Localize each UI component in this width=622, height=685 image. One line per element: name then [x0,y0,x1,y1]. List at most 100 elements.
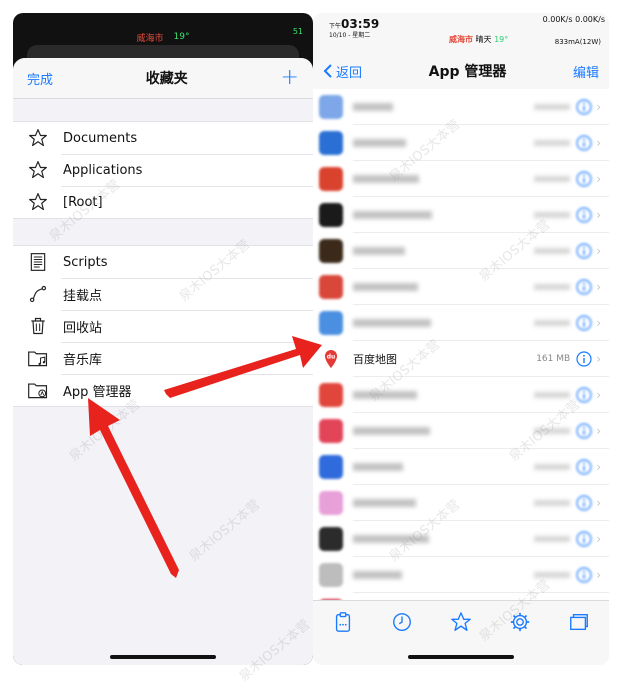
info-icon[interactable] [576,279,592,295]
place-label: 挂载点 [63,288,103,304]
app-icon-blurred [319,419,343,443]
app-list-row[interactable]: › [313,197,609,233]
app-icon-blurred [319,455,343,479]
app-list-row[interactable]: › [313,269,609,305]
app-name-blurred [353,391,417,399]
app-name-blurred [353,103,393,111]
star-icon [27,127,49,149]
app-list-row[interactable]: › [313,449,609,485]
info-icon[interactable] [576,459,592,475]
info-icon[interactable] [576,99,592,115]
clipboard-icon[interactable] [332,611,354,633]
places-group: Scripts 挂载点 回收站 音乐库 App 管理器 [13,245,313,407]
place-item-app-manager[interactable]: App 管理器 [13,374,313,406]
app-name-blurred [353,139,406,147]
chevron-right-icon: › [596,532,601,546]
favorites-navbar: 完成 收藏夹 + [13,58,313,99]
music-folder-icon [27,347,49,369]
scripts-icon [27,251,49,273]
app-icon-blurred [319,311,343,335]
info-icon[interactable] [576,315,592,331]
info-icon[interactable] [576,387,592,403]
done-button[interactable]: 完成 [27,69,53,88]
app-manager-title: App 管理器 [428,64,507,80]
app-size-blurred [534,212,571,218]
mount-icon [27,283,49,305]
app-list-row[interactable]: › [313,161,609,197]
chevron-right-icon: › [596,280,601,294]
chevron-right-icon: › [596,316,601,330]
info-icon[interactable] [576,135,592,151]
app-manager-folder-icon [27,379,49,401]
info-icon[interactable] [576,495,592,511]
info-icon[interactable] [576,423,592,439]
status-temp: 19° [173,32,190,42]
favorite-item-documents[interactable]: Documents [13,122,313,154]
app-list-row[interactable]: › [313,377,609,413]
place-item-trash[interactable]: 回收站 [13,310,313,342]
app-icon-blurred [319,167,343,191]
app-name-blurred [353,499,416,507]
app-list-row[interactable]: › [313,485,609,521]
favorites-sheet: 完成 收藏夹 + Documents Applications [Root] S… [13,58,313,665]
favorite-item-applications[interactable]: Applications [13,154,313,186]
info-icon[interactable] [576,243,592,259]
chevron-right-icon: › [596,352,601,366]
clock-icon[interactable] [391,611,413,633]
app-list-row[interactable]: › [313,89,609,125]
info-icon[interactable] [576,531,592,547]
app-size-blurred [534,248,571,254]
status-time: 03:59 [341,17,380,31]
chevron-right-icon: › [596,460,601,474]
favorite-item-root[interactable]: [Root] [13,186,313,218]
gear-icon[interactable] [509,611,531,633]
info-icon[interactable] [576,567,592,583]
app-list-row[interactable]: › [313,521,609,557]
back-button[interactable]: 返回 [323,62,362,81]
app-list[interactable]: ›››››››du百度地图161 MB›››››››› [313,89,609,611]
favorites-title: 收藏夹 [145,71,188,87]
chevron-right-icon: › [596,424,601,438]
windows-icon[interactable] [568,611,590,633]
info-icon[interactable] [576,351,592,367]
star-icon [27,159,49,181]
status-temp: 19° [494,35,509,44]
app-list-row[interactable]: › [313,413,609,449]
app-list-row[interactable]: du 百度地图 161 MB › [313,341,609,377]
app-size-blurred [534,140,571,146]
app-size-blurred [534,572,571,578]
star-tab-icon[interactable] [450,611,472,633]
add-favorite-button[interactable]: + [281,67,299,89]
left-phone-screen: 威海市 19° 51 完成 收藏夹 + Documents Applicatio… [13,13,313,665]
app-list-row[interactable]: › [313,305,609,341]
app-size-blurred [534,464,571,470]
chevron-right-icon: › [596,244,601,258]
app-icon-blurred [319,527,343,551]
info-icon[interactable] [576,207,592,223]
status-date: 10/10 - 星期二 [329,32,371,39]
info-icon[interactable] [576,171,592,187]
status-city: 威海市 [136,33,164,44]
right-phone-screen: 下午 03:59 10/10 - 星期二 威海市 晴天 19° 0.00K/s … [313,13,609,665]
place-item-scripts[interactable]: Scripts [13,246,313,278]
app-name-blurred [353,571,402,579]
right-status-bar: 下午 03:59 10/10 - 星期二 威海市 晴天 19° 0.00K/s … [313,13,609,53]
app-list-row[interactable]: › [313,125,609,161]
place-label: 音乐库 [63,352,103,368]
app-icon-blurred [319,275,343,299]
app-list-row[interactable]: › [313,557,609,593]
app-list-row[interactable]: › [313,233,609,269]
status-weather-text: 晴天 [475,35,492,44]
app-size-blurred [534,320,571,326]
edit-button[interactable]: 编辑 [573,62,599,81]
app-name-blurred [353,211,432,219]
app-size-blurred [534,104,571,110]
place-item-music[interactable]: 音乐库 [13,342,313,374]
app-icon-blurred [319,383,343,407]
status-network-speed: 0.00K/s 0.00K/s [542,15,605,24]
chevron-right-icon: › [596,100,601,114]
status-city: 威海市 [449,35,473,44]
place-item-mount[interactable]: 挂载点 [13,278,313,310]
left-status-bar: 威海市 19° 51 [13,13,313,44]
app-icon-blurred [319,563,343,587]
